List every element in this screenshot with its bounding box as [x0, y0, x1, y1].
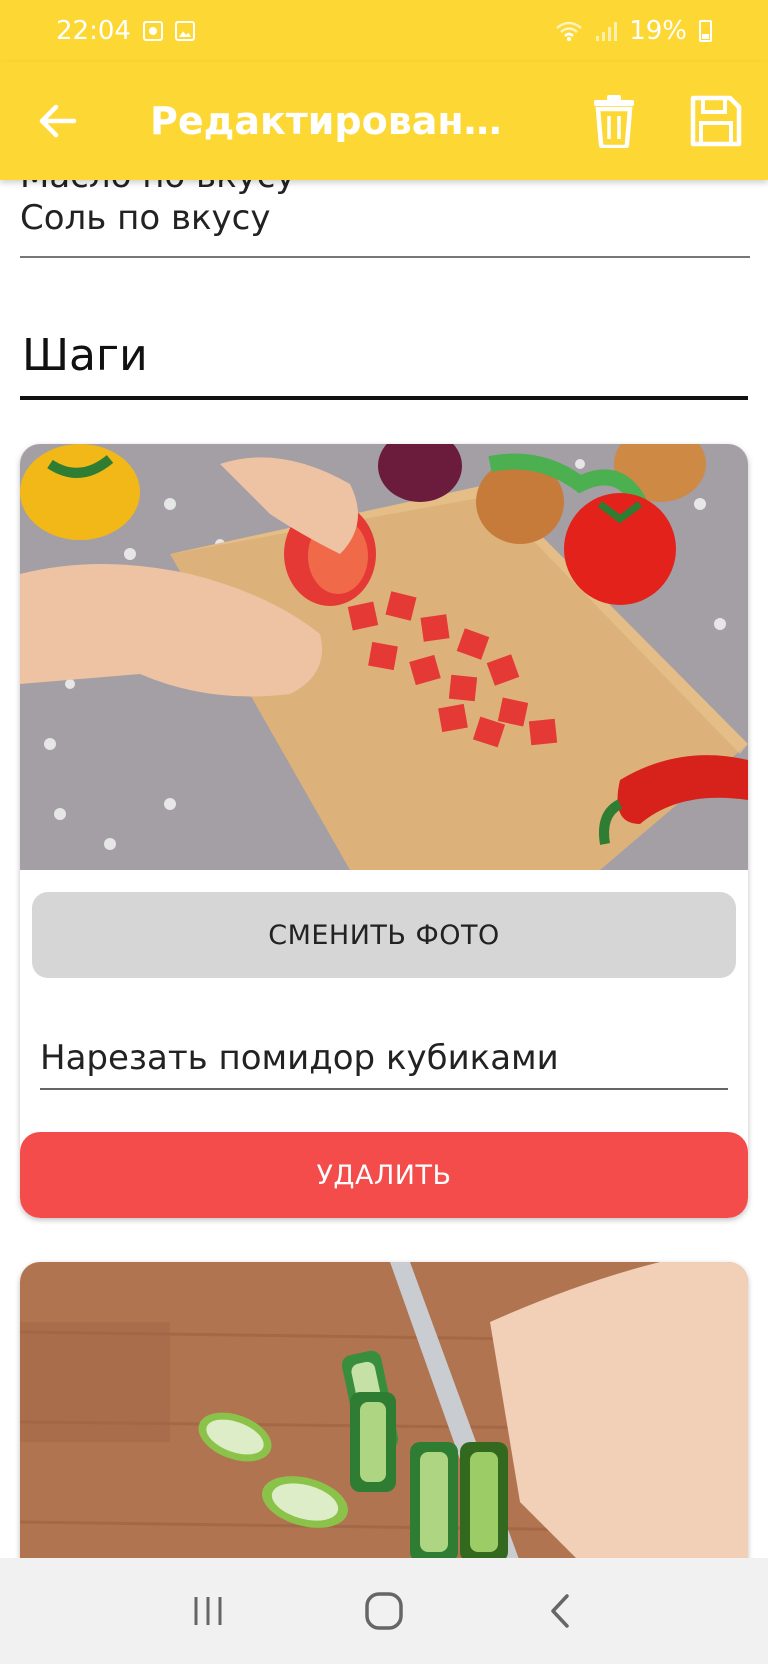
- ingredients-underline: [20, 256, 750, 258]
- status-left: 22:04: [56, 16, 195, 46]
- signal-icon: [596, 22, 618, 41]
- page-title: Редактирование…: [150, 99, 520, 143]
- ingredient-line: Соль по вкусу: [20, 198, 271, 238]
- change-photo-button[interactable]: СМЕНИТЬ ФОТО: [32, 892, 736, 978]
- edit-content[interactable]: Масло по вкусу Соль по вкусу Шаги: [0, 180, 768, 1558]
- step-description-input[interactable]: [40, 1034, 728, 1090]
- battery-percent: 19%: [629, 16, 687, 46]
- step-card: [20, 1262, 748, 1558]
- steps-heading-underline: [20, 396, 748, 400]
- recent-apps-icon[interactable]: [178, 1581, 238, 1641]
- status-time: 22:04: [56, 16, 131, 46]
- status-right: 19%: [555, 16, 712, 46]
- settings-icon: [142, 21, 163, 41]
- back-icon[interactable]: [530, 1581, 590, 1641]
- wifi-icon: [556, 21, 583, 41]
- back-arrow-icon[interactable]: [28, 91, 88, 151]
- app-bar: Редактирование…: [0, 62, 768, 180]
- save-icon[interactable]: [686, 91, 746, 151]
- battery-icon: [699, 20, 712, 42]
- tomato-cutting-photo: [20, 444, 748, 870]
- status-bar: 22:04 19%: [0, 0, 768, 62]
- delete-step-button[interactable]: УДАЛИТЬ: [20, 1132, 748, 1218]
- system-nav-bar: [0, 1558, 768, 1664]
- ingredient-line: Масло по вкусу: [20, 180, 750, 196]
- trash-icon[interactable]: [584, 91, 644, 151]
- image-icon: [174, 21, 195, 41]
- home-icon[interactable]: [354, 1581, 414, 1641]
- steps-heading: Шаги: [22, 330, 148, 381]
- cucumber-cutting-photo: [20, 1262, 748, 1558]
- step-card: СМЕНИТЬ ФОТО УДАЛИТЬ: [20, 444, 748, 1218]
